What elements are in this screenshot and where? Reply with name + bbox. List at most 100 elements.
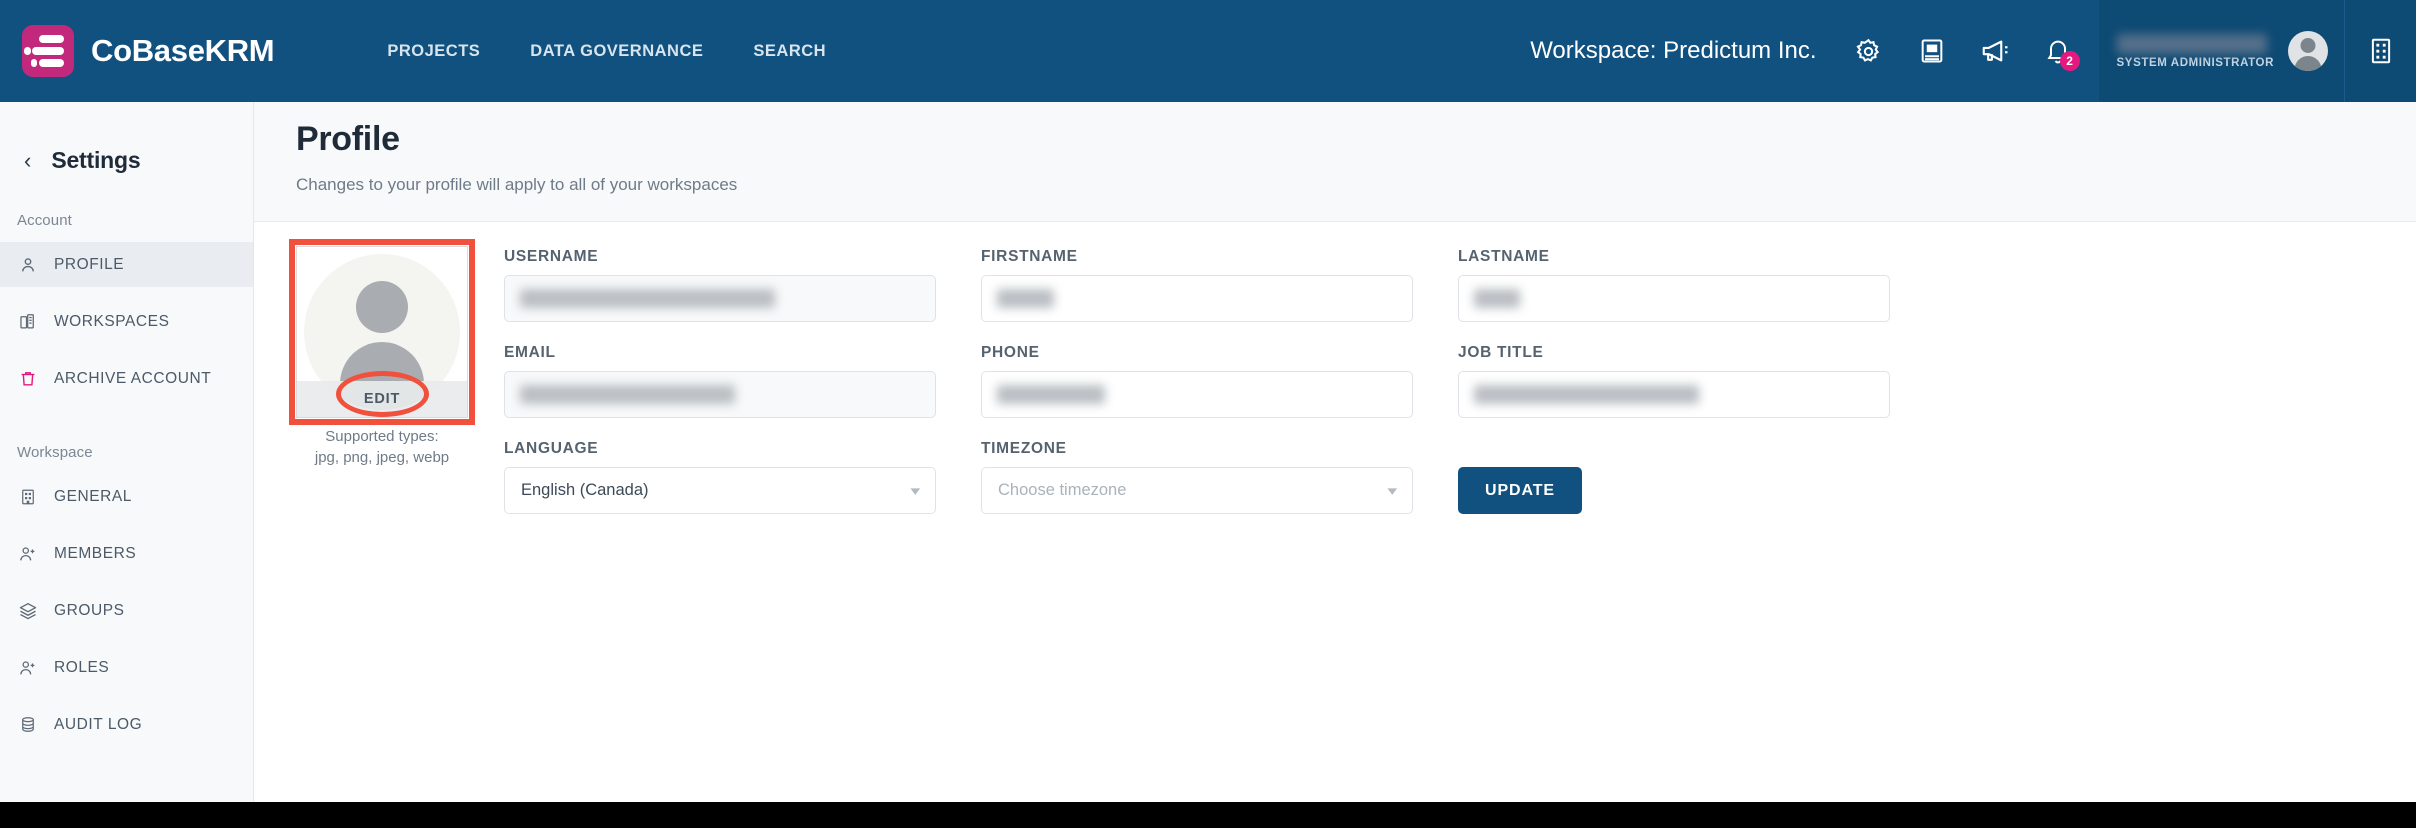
field-language: LANGUAGE English (Canada) ▾ <box>504 440 936 514</box>
field-label: LANGUAGE <box>504 440 599 457</box>
field-label: EMAIL <box>504 344 556 361</box>
field-firstname: FIRSTNAME <box>981 248 1413 322</box>
user-menu[interactable]: SYSTEM ADMINISTRATOR <box>2098 0 2344 102</box>
field-label: PHONE <box>981 344 1040 361</box>
sidebar-title: Settings <box>51 147 141 173</box>
sidebar-item-label: ROLES <box>54 658 110 676</box>
field-label: TIMEZONE <box>981 440 1067 457</box>
sidebar-item-label: PROFILE <box>54 255 125 273</box>
nav-link-projects[interactable]: PROJECTS <box>387 42 480 61</box>
sidebar-group-workspace-label: Workspace <box>17 444 93 461</box>
nav-links: PROJECTS DATA GOVERNANCE SEARCH <box>387 42 826 61</box>
page-title: Profile <box>296 120 400 158</box>
supported-types-note: Supported types: jpg, png, jpeg, webp <box>296 418 468 468</box>
timezone-select[interactable]: Choose timezone ▾ <box>981 467 1413 514</box>
firstname-field[interactable] <box>981 275 1413 322</box>
profile-preferences-row: LANGUAGE English (Canada) ▾ TIMEZONE Cho… <box>504 440 1890 514</box>
supported-types-line1: Supported types: <box>325 428 439 445</box>
redacted-value <box>520 385 735 404</box>
app-root: CoBaseKRM PROJECTS DATA GOVERNANCE SEARC… <box>0 0 2416 828</box>
layers-icon <box>17 601 39 621</box>
sidebar-item-audit-log[interactable]: AUDIT LOG <box>0 702 253 747</box>
field-label: FIRSTNAME <box>981 248 1078 265</box>
field-username: USERNAME <box>504 248 936 322</box>
sidebar-item-label: GROUPS <box>54 601 125 619</box>
nav-right-cluster: Workspace: Predictum Inc. 2 SYSTEM ADMIN… <box>1530 0 2416 102</box>
page-header: Profile Changes to your profile will app… <box>254 102 2416 222</box>
workspace-label: Workspace: Predictum Inc. <box>1530 37 1817 64</box>
brand-name: CoBaseKRM <box>91 33 275 68</box>
profile-fields-grid: USERNAME FIRSTNAME LASTNAME EMAIL PHONE … <box>504 246 1890 418</box>
book-icon[interactable] <box>1910 29 1954 73</box>
update-button-cell: UPDATE <box>1458 467 1890 514</box>
sidebar-item-members[interactable]: MEMBERS <box>0 531 253 576</box>
avatar-edit-button[interactable]: EDIT <box>297 381 467 417</box>
avatar-icon <box>2288 31 2328 71</box>
sidebar-item-roles[interactable]: ROLES <box>0 645 253 690</box>
username-field[interactable] <box>504 275 936 322</box>
user-role-label: SYSTEM ADMINISTRATOR <box>2116 56 2274 69</box>
database-icon <box>17 715 39 734</box>
redacted-value <box>1474 385 1699 404</box>
language-selected-value: English (Canada) <box>521 481 649 499</box>
jobtitle-field[interactable] <box>1458 371 1890 418</box>
redacted-value <box>1474 289 1520 308</box>
language-select[interactable]: English (Canada) ▾ <box>504 467 936 514</box>
sidebar-item-profile[interactable]: PROFILE <box>0 242 253 287</box>
user-plus-icon <box>17 545 39 563</box>
cobase-logo-icon <box>22 25 74 77</box>
user-name-redacted <box>2116 33 2267 54</box>
megaphone-icon[interactable] <box>1973 29 2017 73</box>
sidebar-item-workspaces[interactable]: WORKSPACES <box>0 299 253 344</box>
gear-icon[interactable] <box>1847 29 1891 73</box>
supported-types-line2: jpg, png, jpeg, webp <box>314 448 450 466</box>
user-plus-icon <box>17 659 39 677</box>
update-button[interactable]: UPDATE <box>1458 467 1582 514</box>
sidebar-item-label: GENERAL <box>54 487 132 505</box>
sidebar-item-label: WORKSPACES <box>54 312 170 330</box>
field-label: USERNAME <box>504 248 599 265</box>
building-icon <box>17 488 39 506</box>
notification-badge: 2 <box>2059 51 2080 71</box>
page-subtitle: Changes to your profile will apply to al… <box>296 159 2416 195</box>
profile-fields: USERNAME FIRSTNAME LASTNAME EMAIL PHONE … <box>504 246 1890 514</box>
sidebar-item-label: AUDIT LOG <box>54 715 143 733</box>
nav-link-search[interactable]: SEARCH <box>753 42 826 61</box>
brand-logo[interactable]: CoBaseKRM <box>0 25 275 77</box>
sidebar-back-header[interactable]: ‹ Settings <box>0 102 253 174</box>
chevron-down-icon: ▾ <box>910 483 921 498</box>
field-email: EMAIL <box>504 344 936 418</box>
building-icon[interactable] <box>2344 0 2416 102</box>
bottom-black-bar <box>0 802 2416 828</box>
nav-link-data-governance[interactable]: DATA GOVERNANCE <box>530 42 703 61</box>
lastname-field[interactable] <box>1458 275 1890 322</box>
timezone-placeholder: Choose timezone <box>998 481 1127 499</box>
buildings-icon <box>17 312 39 331</box>
chevron-down-icon: ▾ <box>1387 483 1398 498</box>
field-label: LASTNAME <box>1458 248 1550 265</box>
sidebar-group-account-label: Account <box>17 212 72 229</box>
sidebar-item-general[interactable]: GENERAL <box>0 474 253 519</box>
email-field[interactable] <box>504 371 936 418</box>
sidebar-item-label: ARCHIVE ACCOUNT <box>54 369 212 387</box>
avatar-upload-column: EDIT Supported types: jpg, png, jpeg, we… <box>289 239 478 514</box>
redacted-value <box>997 289 1054 308</box>
redacted-value <box>520 289 775 308</box>
field-label: JOB TITLE <box>1458 344 1544 361</box>
sidebar-item-archive-account[interactable]: ARCHIVE ACCOUNT <box>0 356 253 401</box>
chevron-left-icon[interactable]: ‹ <box>24 149 31 172</box>
field-lastname: LASTNAME <box>1458 248 1890 322</box>
sidebar-item-groups[interactable]: GROUPS <box>0 588 253 633</box>
profile-form-area: EDIT Supported types: jpg, png, jpeg, we… <box>254 222 2416 514</box>
trash-icon <box>17 370 39 388</box>
top-navigation-bar: CoBaseKRM PROJECTS DATA GOVERNANCE SEARC… <box>0 0 2416 102</box>
avatar-upload-box[interactable]: EDIT <box>296 246 468 418</box>
main-content: Profile Changes to your profile will app… <box>254 102 2416 802</box>
user-icon <box>17 256 39 274</box>
field-timezone: TIMEZONE Choose timezone ▾ <box>981 440 1413 514</box>
bell-icon[interactable]: 2 <box>2036 29 2080 73</box>
redacted-value <box>997 385 1105 404</box>
sidebar-item-label: MEMBERS <box>54 544 137 562</box>
avatar-edit-label: EDIT <box>363 391 401 407</box>
phone-field[interactable] <box>981 371 1413 418</box>
